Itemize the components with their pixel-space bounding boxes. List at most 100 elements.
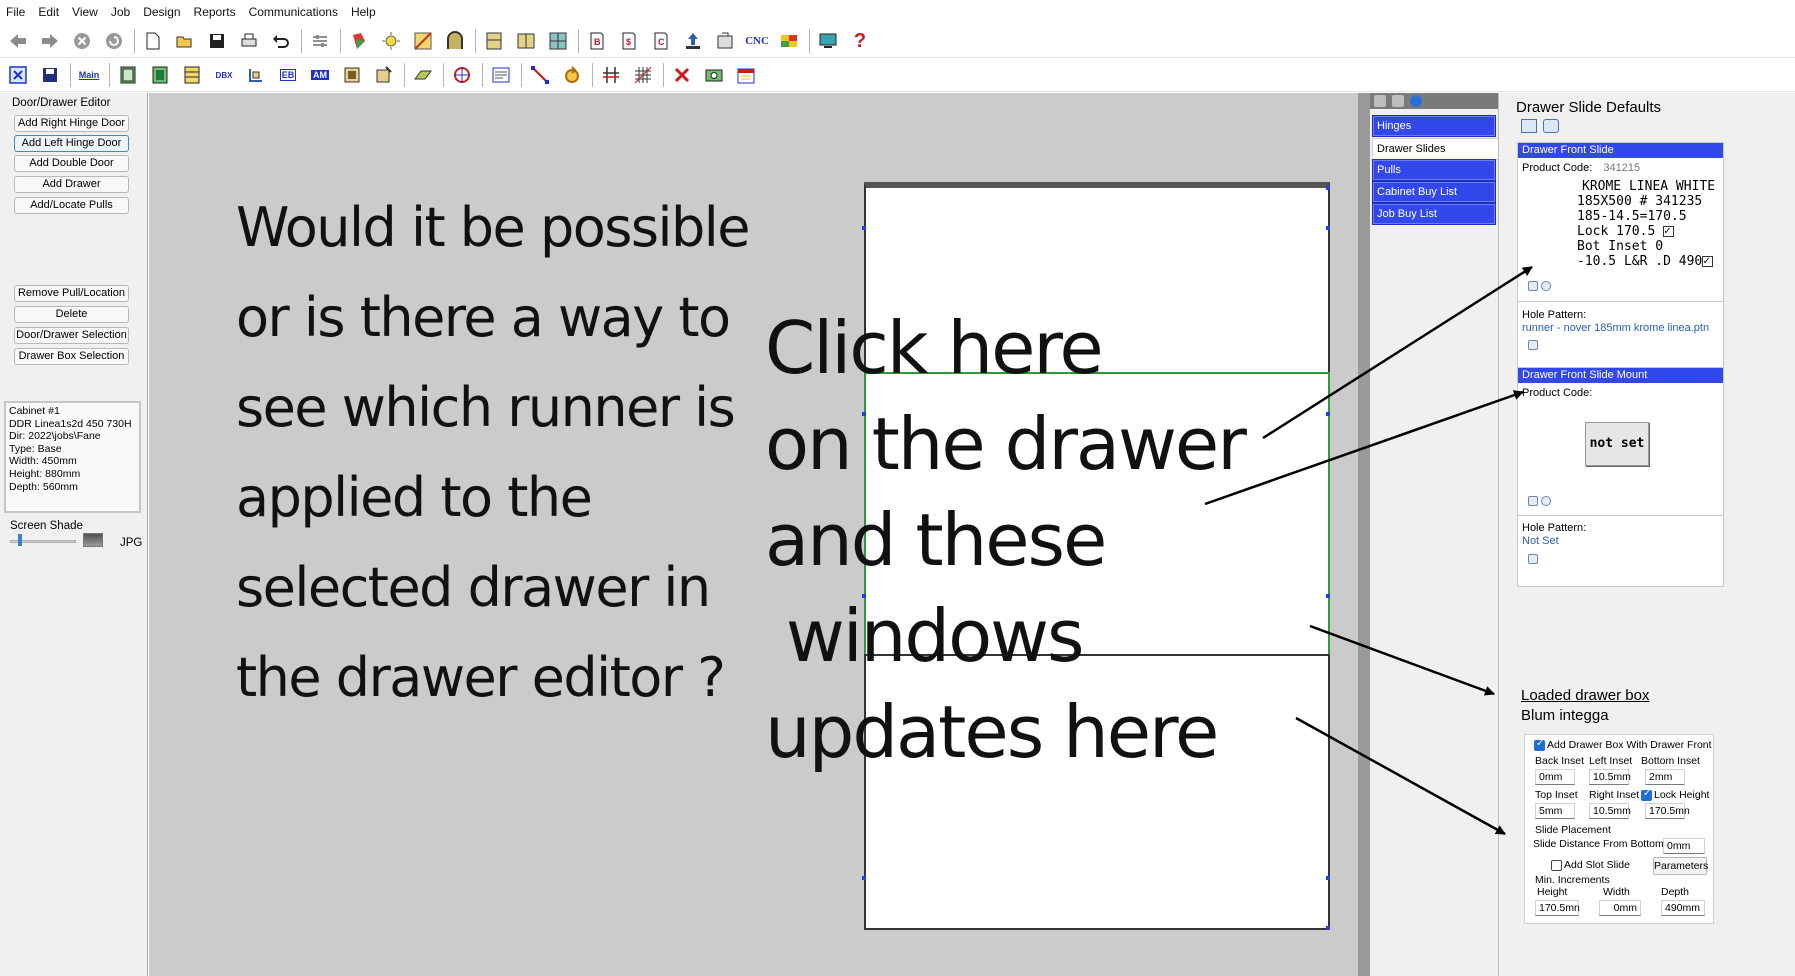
menu-edit[interactable]: Edit <box>38 5 59 19</box>
materials-button[interactable] <box>345 27 373 55</box>
menu-help[interactable]: Help <box>351 5 376 19</box>
selection-handle[interactable] <box>1326 226 1330 230</box>
add-left-hinge-door-button[interactable]: Add Left Hinge Door <box>14 135 129 152</box>
line-tool-button[interactable] <box>526 61 554 89</box>
add-drawer-button[interactable]: Add Drawer <box>14 176 129 193</box>
archway-button[interactable] <box>441 27 469 55</box>
refresh-icon[interactable] <box>1543 119 1559 133</box>
hatch-button[interactable] <box>629 61 657 89</box>
info-icon[interactable] <box>1541 495 1551 506</box>
panel-button[interactable] <box>409 61 437 89</box>
expand-icon[interactable] <box>1528 280 1538 291</box>
table-icon[interactable] <box>1521 119 1537 133</box>
drawer-view-button[interactable] <box>178 61 206 89</box>
form-button[interactable] <box>487 61 515 89</box>
report-b-button[interactable]: B <box>583 27 611 55</box>
info-icon[interactable] <box>1541 280 1551 291</box>
nav-pulls[interactable]: Pulls <box>1372 159 1496 181</box>
not-set-button[interactable]: not set <box>1585 422 1649 466</box>
selection-handle[interactable] <box>1326 594 1330 598</box>
left-inset-field[interactable]: 10.5mm <box>1589 769 1631 785</box>
link-icon[interactable] <box>1374 95 1386 107</box>
delete-button[interactable] <box>668 61 696 89</box>
selection-handle[interactable] <box>862 876 866 880</box>
save-editor-button[interactable] <box>36 61 64 89</box>
copy-icon[interactable] <box>1392 95 1404 107</box>
report-c-button[interactable]: C <box>647 27 675 55</box>
machining-button[interactable] <box>711 27 739 55</box>
min-depth-field[interactable]: 490mm <box>1661 900 1705 916</box>
selection-handle[interactable] <box>862 226 866 230</box>
menu-file[interactable]: File <box>6 5 25 19</box>
help-button[interactable]: ? <box>846 27 874 55</box>
report-cost-button[interactable]: $ <box>615 27 643 55</box>
door-view-button[interactable] <box>146 61 174 89</box>
display-button[interactable] <box>814 27 842 55</box>
parameters-button[interactable]: Parameters <box>1653 857 1708 875</box>
calendar-button[interactable] <box>732 61 760 89</box>
color-button[interactable] <box>775 27 803 55</box>
nav-job-buy-list[interactable]: Job Buy List <box>1372 203 1496 225</box>
front-view-button[interactable] <box>114 61 142 89</box>
add-right-hinge-door-button[interactable]: Add Right Hinge Door <box>14 115 129 132</box>
add-double-door-button[interactable]: Add Double Door <box>14 155 129 172</box>
slide-distance-field[interactable]: 0mm <box>1663 838 1705 854</box>
main-view-button[interactable]: Main <box>75 61 103 89</box>
new-button[interactable] <box>139 27 167 55</box>
expand-icon[interactable] <box>1528 553 1538 564</box>
edgeband-button[interactable]: EB <box>274 61 302 89</box>
door-drawer-selection-button[interactable]: Door/Drawer Selection <box>14 327 129 344</box>
refresh-button[interactable] <box>100 27 128 55</box>
rotate-button[interactable] <box>558 61 586 89</box>
columns-button[interactable] <box>597 61 625 89</box>
grid-button[interactable] <box>544 27 572 55</box>
nav-hinges[interactable]: Hinges <box>1372 115 1496 137</box>
menu-job[interactable]: Job <box>111 5 130 19</box>
splitter-bar[interactable] <box>1358 93 1370 976</box>
cabinet-button[interactable] <box>480 27 508 55</box>
hole-pattern-link[interactable]: runner - nover 185mm krome linea.ptn <box>1522 322 1709 334</box>
stop-button[interactable] <box>68 27 96 55</box>
settings-button[interactable] <box>306 27 334 55</box>
menu-design[interactable]: Design <box>143 5 180 19</box>
min-height-field[interactable]: 170.5mn <box>1535 900 1580 916</box>
carcass-button[interactable] <box>338 61 366 89</box>
back-inset-field[interactable]: 0mm <box>1535 769 1575 785</box>
expand-icon[interactable] <box>1528 339 1538 350</box>
expand-icon[interactable] <box>1528 495 1538 506</box>
save-button[interactable] <box>203 27 231 55</box>
jpg-label[interactable]: JPG <box>120 537 142 549</box>
dbx-button[interactable]: DBX <box>210 61 238 89</box>
drawer-box-selection-button[interactable]: Drawer Box Selection <box>14 348 129 365</box>
gradient-button[interactable] <box>409 27 437 55</box>
cnc-button[interactable]: CNC <box>743 27 771 55</box>
selection-handle[interactable] <box>1326 186 1330 190</box>
back-button[interactable] <box>4 27 32 55</box>
right-inset-field[interactable]: 10.5mm <box>1589 803 1631 819</box>
hole-pattern-link[interactable]: Not Set <box>1522 535 1559 547</box>
help-icon[interactable] <box>1410 95 1422 107</box>
lock-height-checkbox[interactable] <box>1641 788 1652 801</box>
shade-swatch[interactable] <box>83 533 103 547</box>
close-editor-button[interactable] <box>4 61 32 89</box>
target-button[interactable] <box>448 61 476 89</box>
selection-handle[interactable] <box>1326 876 1330 880</box>
remove-pull-location-button[interactable]: Remove Pull/Location <box>14 285 129 302</box>
lock-height-field[interactable]: 170.5mn <box>1645 803 1690 819</box>
upload-button[interactable] <box>679 27 707 55</box>
forward-button[interactable] <box>36 27 64 55</box>
add-locate-pulls-button[interactable]: Add/Locate Pulls <box>14 197 129 214</box>
cabinet-list-button[interactable] <box>512 27 540 55</box>
nav-cabinet-buy-list[interactable]: Cabinet Buy List <box>1372 181 1496 203</box>
am-button[interactable]: AM <box>306 61 334 89</box>
menu-view[interactable]: View <box>72 5 98 19</box>
hardware-button[interactable] <box>370 61 398 89</box>
measure-button[interactable] <box>242 61 270 89</box>
delete-button[interactable]: Delete <box>14 306 129 323</box>
bottom-inset-field[interactable]: 2mm <box>1645 769 1685 785</box>
menu-communications[interactable]: Communications <box>249 5 338 19</box>
nav-drawer-slides[interactable]: Drawer Slides <box>1372 138 1505 160</box>
open-button[interactable] <box>171 27 199 55</box>
lighting-button[interactable] <box>377 27 405 55</box>
add-slot-slide-checkbox[interactable] <box>1551 859 1562 871</box>
